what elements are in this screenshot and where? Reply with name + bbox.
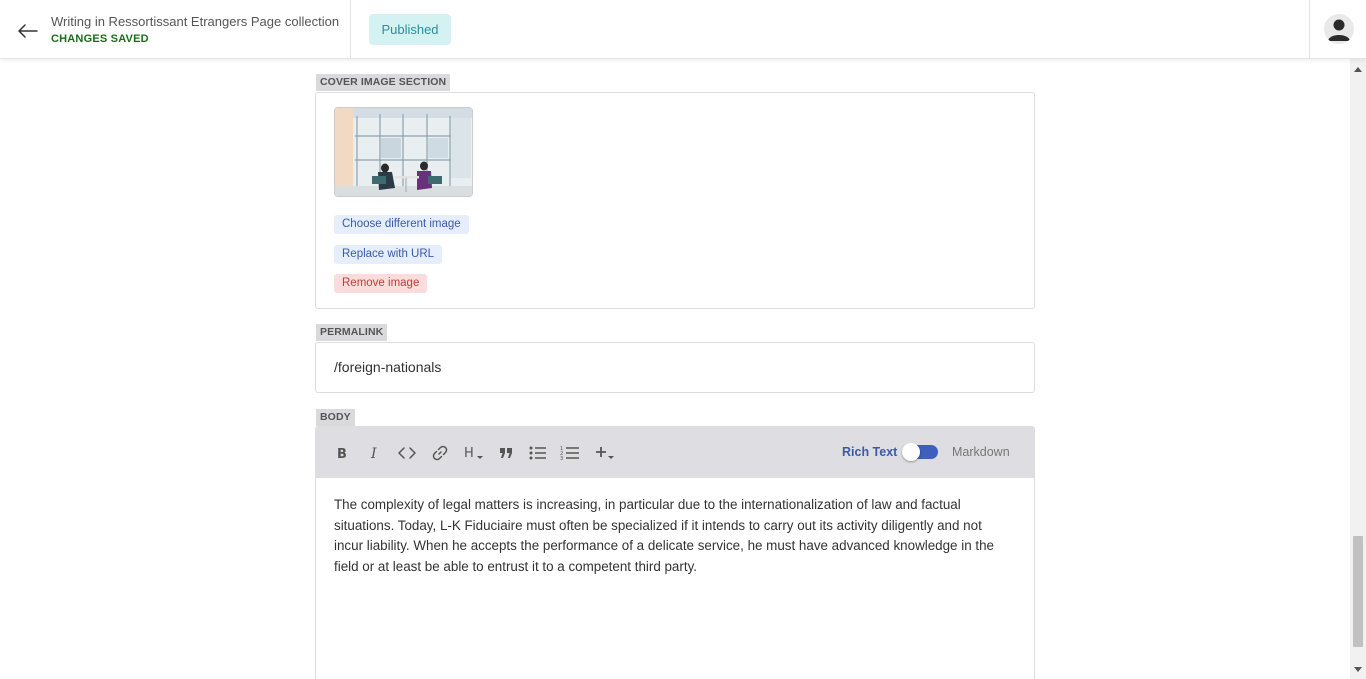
editor-toolbar: B I H 1 2 3 Rich Text Markdown (316, 427, 1034, 478)
page-scrollbar[interactable] (1350, 59, 1366, 679)
choose-image-button[interactable]: Choose different image (334, 215, 469, 234)
save-status: CHANGES SAVED (51, 33, 149, 45)
replace-url-button[interactable]: Replace with URL (334, 245, 443, 264)
permalink-input[interactable]: /foreign-nationals (334, 359, 441, 375)
svg-text:I: I (370, 446, 377, 460)
body-content[interactable]: The complexity of legal matters is incre… (334, 495, 1004, 577)
rich-text-label[interactable]: Rich Text (842, 445, 897, 459)
svg-text:B: B (337, 447, 347, 460)
svg-text:H: H (464, 446, 474, 461)
code-icon[interactable] (397, 443, 417, 463)
permalink-field[interactable]: /foreign-nationals (315, 342, 1035, 393)
quote-icon[interactable] (496, 443, 516, 463)
scroll-up-arrow-icon[interactable] (1350, 61, 1366, 77)
bullet-list-icon[interactable] (528, 443, 548, 463)
italic-icon[interactable]: I (365, 443, 385, 463)
cover-image[interactable] (334, 107, 473, 197)
bold-icon[interactable]: B (332, 443, 352, 463)
insert-icon[interactable] (593, 443, 617, 463)
numbered-list-icon[interactable]: 1 2 3 (560, 443, 580, 463)
scroll-thumb[interactable] (1353, 536, 1363, 647)
remove-image-button[interactable]: Remove image (334, 274, 428, 293)
title-block: Writing in Ressortissant Etrangers Page … (51, 14, 339, 47)
toggle-knob (902, 443, 920, 461)
back-button[interactable] (16, 19, 40, 43)
published-button[interactable]: Published (369, 14, 451, 45)
svg-text:3: 3 (560, 456, 563, 461)
markdown-label[interactable]: Markdown (952, 445, 1010, 459)
scroll-down-arrow-icon[interactable] (1350, 661, 1366, 677)
heading-icon[interactable]: H (462, 443, 486, 463)
cover-image-panel: Choose different image Replace with URL … (315, 92, 1035, 309)
cover-section-label: COVER IMAGE SECTION (316, 74, 451, 91)
top-bar: Writing in Ressortissant Etrangers Page … (0, 0, 1366, 59)
link-icon[interactable] (430, 443, 450, 463)
editor-mode-toggle[interactable] (902, 443, 938, 461)
header-divider (350, 0, 351, 59)
user-avatar-icon[interactable] (1324, 14, 1354, 44)
body-editor: B I H 1 2 3 Rich Text Markdown The compl… (315, 426, 1035, 679)
page-title: Writing in Ressortissant Etrangers Page … (51, 14, 340, 29)
permalink-label: PERMALINK (316, 324, 388, 341)
body-label: BODY (316, 409, 355, 426)
arrow-left-icon (18, 24, 38, 38)
header-divider-right (1309, 0, 1310, 59)
